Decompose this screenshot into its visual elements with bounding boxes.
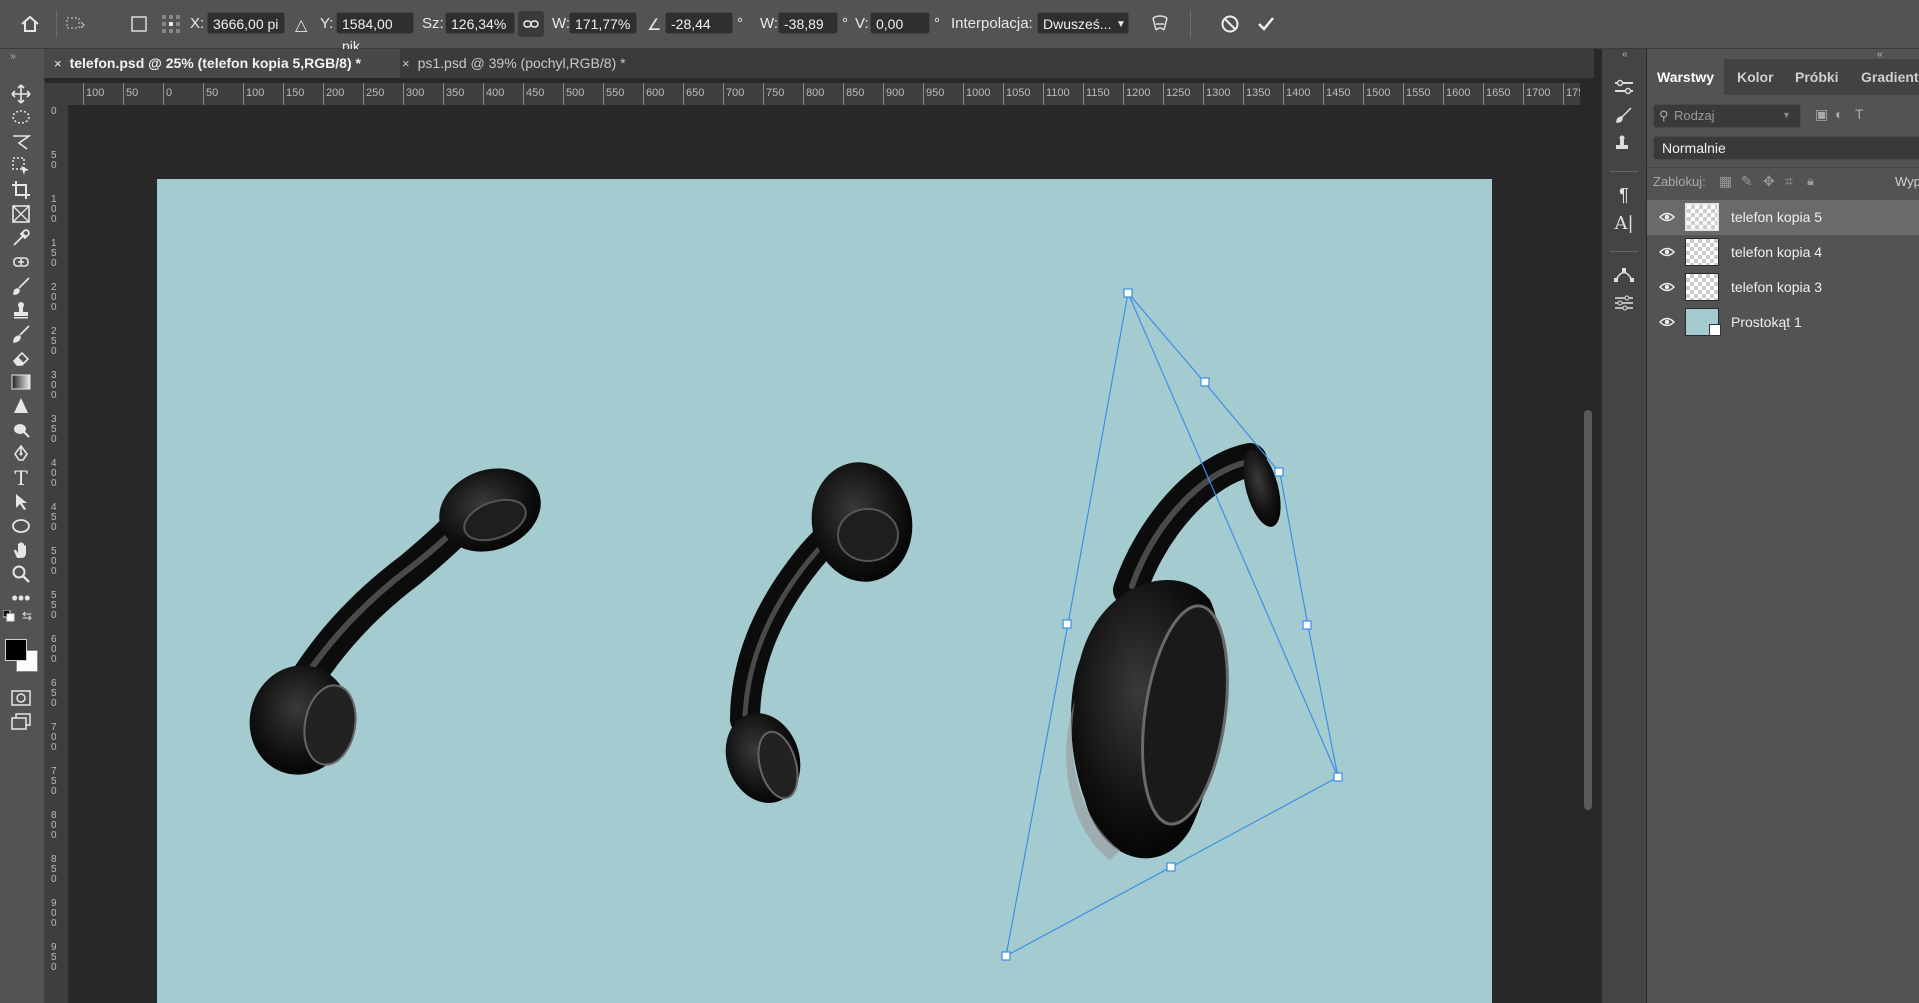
lock-label: Zablokuj: [1653,174,1706,189]
layer-name: telefon kopia 5 [1731,209,1823,225]
layer-name: telefon kopia 4 [1731,244,1823,260]
blend-mode-select[interactable]: Normalnie [1653,136,1919,160]
phone-handset-image [725,462,913,803]
layer-name: telefon kopia 3 [1731,279,1823,295]
layer-row[interactable]: Prostokąt 1 [1647,305,1919,340]
tab-gradienty[interactable]: Gradienty [1851,59,1919,95]
transform-handle[interactable] [1001,951,1011,961]
character-icon[interactable]: A| [1612,211,1636,235]
eye-icon[interactable] [1659,315,1675,329]
transform-handle[interactable] [1200,377,1210,387]
panel-dock: « ¶ A| [1601,49,1646,1003]
eye-icon[interactable] [1659,210,1675,224]
filter-image-icon[interactable]: ▣ [1815,106,1828,123]
clone-source-icon[interactable] [1612,131,1636,155]
filter-adjustment-icon[interactable]: ◐ [1835,106,1843,122]
tab-warstwy[interactable]: Warstwy [1647,59,1725,95]
phone-handset-image [1066,443,1281,860]
layer-row[interactable]: telefon kopia 5 [1647,200,1919,235]
eye-icon[interactable] [1659,280,1675,294]
paragraph-icon[interactable]: ¶ [1612,183,1636,207]
search-icon: ⚲ [1659,108,1669,123]
layer-thumbnail [1685,238,1719,266]
lock-all-icon[interactable]: 🔒︎ [1807,173,1814,189]
tab-kolor[interactable]: Kolor [1727,59,1784,95]
layers-panel: « Warstwy Kolor Próbki Gradienty ⚲ Rodza… [1647,49,1919,1003]
properties-icon[interactable] [1612,75,1636,99]
collapse-icon[interactable]: « [1622,49,1628,60]
lock-position-icon[interactable]: ✥ [1763,173,1775,190]
phone-handset-image [249,468,541,775]
vertical-scrollbar[interactable] [1584,410,1592,810]
lock-artboard-icon[interactable]: ⌗ [1785,173,1793,190]
layer-filter-select[interactable]: ⚲ Rodzaj ▼ [1653,104,1801,128]
layer-row[interactable]: telefon kopia 4 [1647,235,1919,270]
transform-handle[interactable] [1333,772,1343,782]
chevron-down-icon: ▼ [1782,110,1791,120]
transform-handle[interactable] [1062,619,1072,629]
transform-handle[interactable] [1302,620,1312,630]
lock-paint-icon[interactable]: ✎ [1741,173,1753,190]
panel-tabs: Warstwy Kolor Próbki Gradienty [1647,59,1919,95]
tab-probki[interactable]: Próbki [1785,59,1849,95]
brush-settings-icon[interactable] [1612,103,1636,127]
transform-handle[interactable] [1123,288,1133,298]
transform-handle[interactable] [1274,467,1284,477]
paths-icon[interactable] [1612,263,1636,287]
lock-row: Zablokuj: ▦ ✎ ✥ ⌗ 🔒︎ Wyp [1647,167,1919,196]
fill-label: Wyp [1895,174,1919,189]
lock-transparent-icon[interactable]: ▦ [1719,173,1732,190]
eye-icon[interactable] [1659,245,1675,259]
layer-name: Prostokąt 1 [1731,314,1802,330]
layer-row[interactable]: telefon kopia 3 [1647,270,1919,305]
filter-type-icon[interactable]: T [1855,106,1864,122]
blend-mode-value: Normalnie [1662,140,1726,156]
transform-handle[interactable] [1166,862,1176,872]
shape-layer-icon [1709,324,1721,336]
layer-thumbnail [1685,273,1719,301]
adjustments-icon[interactable] [1612,291,1636,315]
layer-thumbnail [1685,203,1719,231]
filter-placeholder: Rodzaj [1674,108,1715,123]
